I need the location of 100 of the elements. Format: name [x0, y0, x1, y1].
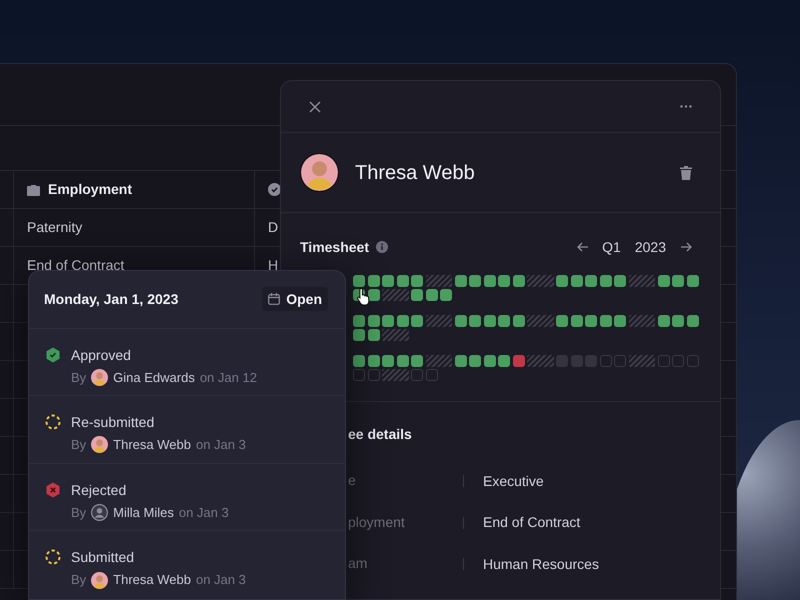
pending-day-cell[interactable]	[556, 355, 568, 367]
weekend-cell[interactable]	[527, 355, 554, 367]
approved-day-cell[interactable]	[426, 289, 438, 301]
approved-badge-icon	[45, 346, 61, 363]
weekend-cell[interactable]	[382, 289, 408, 301]
empty-day-cell[interactable]	[686, 355, 698, 367]
approved-day-cell[interactable]	[484, 315, 496, 327]
weekend-cell[interactable]	[426, 275, 452, 287]
weekend-cell[interactable]	[628, 275, 655, 287]
meta-text: on Jan 3	[178, 504, 229, 522]
approved-day-cell[interactable]	[411, 289, 423, 301]
approved-day-cell[interactable]	[658, 275, 670, 287]
dashed-circle-icon	[45, 414, 61, 430]
user-avatar-icon	[91, 504, 108, 522]
approved-day-cell[interactable]	[368, 315, 380, 327]
empty-day-cell[interactable]	[614, 355, 626, 367]
empty-day-cell[interactable]	[411, 369, 423, 381]
approved-day-cell[interactable]	[498, 275, 510, 287]
approved-day-cell[interactable]	[396, 355, 408, 367]
weekend-cell[interactable]	[426, 315, 452, 327]
approved-day-cell[interactable]	[585, 315, 597, 327]
approved-day-cell[interactable]	[484, 275, 496, 287]
approved-day-cell[interactable]	[556, 275, 568, 287]
quarter-label: Q1	[602, 238, 621, 257]
approved-day-cell[interactable]	[672, 315, 684, 327]
weekend-cell[interactable]	[628, 355, 655, 367]
approved-day-cell[interactable]	[368, 289, 380, 301]
field-value: End of Contract	[483, 513, 580, 532]
pending-day-cell[interactable]	[570, 355, 582, 367]
approved-day-cell[interactable]	[672, 275, 684, 287]
approved-day-cell[interactable]	[368, 275, 380, 287]
arrow-left-icon[interactable]	[577, 242, 590, 252]
approved-day-cell[interactable]	[658, 315, 670, 327]
empty-day-cell[interactable]	[672, 355, 684, 367]
approved-day-cell[interactable]	[411, 355, 423, 367]
approved-day-cell[interactable]	[353, 355, 365, 367]
approved-day-cell[interactable]	[600, 315, 612, 327]
event-status: Re-submitted	[71, 413, 156, 432]
approved-day-cell[interactable]	[454, 275, 466, 287]
approved-day-cell[interactable]	[614, 275, 626, 287]
trash-icon[interactable]	[680, 166, 692, 180]
approved-day-cell[interactable]	[454, 315, 466, 327]
approved-day-cell[interactable]	[570, 315, 582, 327]
meta-text: on Jan 3	[196, 436, 246, 454]
weekend-cell[interactable]	[382, 369, 408, 381]
approved-day-cell[interactable]	[686, 315, 698, 327]
column-header: Employment	[48, 180, 132, 199]
weekend-cell[interactable]	[382, 329, 408, 341]
pending-day-cell[interactable]	[585, 355, 597, 367]
approved-day-cell[interactable]	[411, 275, 423, 287]
approved-day-cell[interactable]	[368, 329, 380, 341]
approved-day-cell[interactable]	[396, 275, 408, 287]
approved-day-cell[interactable]	[498, 355, 510, 367]
weekend-cell[interactable]	[628, 315, 655, 327]
approved-day-cell[interactable]	[498, 315, 510, 327]
approved-day-cell[interactable]	[469, 315, 481, 327]
weekend-cell[interactable]	[527, 315, 554, 327]
empty-day-cell[interactable]	[658, 355, 670, 367]
approved-day-cell[interactable]	[585, 275, 597, 287]
approved-day-cell[interactable]	[353, 315, 365, 327]
empty-day-cell[interactable]	[353, 369, 365, 381]
table-cell-text: D	[268, 218, 278, 237]
approved-day-cell[interactable]	[600, 275, 612, 287]
weekend-cell[interactable]	[527, 275, 554, 287]
approved-day-cell[interactable]	[570, 275, 582, 287]
open-button[interactable]: Open	[262, 287, 328, 312]
more-icon[interactable]	[680, 105, 692, 108]
field-label: e	[348, 472, 356, 488]
approved-day-cell[interactable]	[556, 315, 568, 327]
approved-day-cell[interactable]	[454, 355, 466, 367]
approved-day-cell[interactable]	[484, 355, 496, 367]
person-name: Milla Miles	[113, 504, 174, 522]
hand-cursor-icon	[356, 287, 372, 306]
close-icon[interactable]	[309, 100, 321, 112]
event-status: Approved	[71, 346, 132, 365]
approved-day-cell[interactable]	[686, 275, 698, 287]
approved-day-cell[interactable]	[353, 329, 365, 341]
weekend-cell[interactable]	[426, 355, 452, 367]
person-name: Thresa Webb	[113, 571, 191, 590]
approved-day-cell[interactable]	[512, 315, 524, 327]
approved-day-cell[interactable]	[382, 355, 394, 367]
approved-day-cell[interactable]	[382, 315, 394, 327]
approved-day-cell[interactable]	[396, 315, 408, 327]
empty-day-cell[interactable]	[426, 369, 438, 381]
avatar-icon	[91, 368, 108, 386]
meta-text: By	[71, 504, 86, 522]
approved-day-cell[interactable]	[440, 289, 452, 301]
approved-day-cell[interactable]	[469, 275, 481, 287]
approved-day-cell[interactable]	[614, 315, 626, 327]
approved-day-cell[interactable]	[469, 355, 481, 367]
approved-day-cell[interactable]	[368, 355, 380, 367]
arrow-right-icon[interactable]	[680, 242, 692, 252]
person-name: Gina Edwards	[113, 368, 195, 387]
approved-day-cell[interactable]	[353, 275, 365, 287]
empty-day-cell[interactable]	[600, 355, 612, 367]
approved-day-cell[interactable]	[512, 275, 524, 287]
approved-day-cell[interactable]	[382, 275, 394, 287]
empty-day-cell[interactable]	[368, 369, 380, 381]
rejected-day-cell[interactable]	[512, 355, 524, 367]
approved-day-cell[interactable]	[411, 315, 423, 327]
